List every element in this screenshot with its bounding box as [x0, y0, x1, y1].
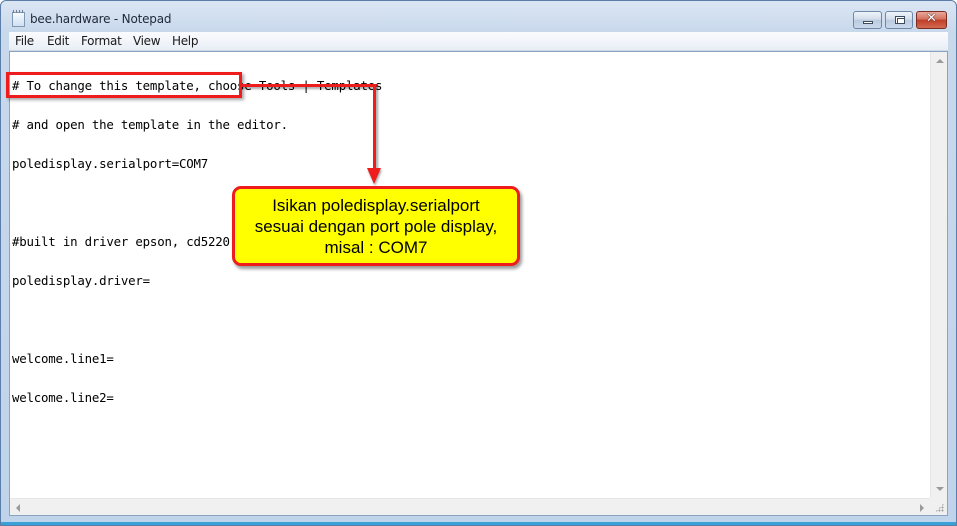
maximize-button[interactable]	[885, 11, 913, 29]
highlight-box	[6, 72, 242, 98]
callout-note: Isikan poledisplay.serialport sesuai den…	[232, 186, 520, 266]
minimize-icon	[863, 21, 873, 24]
editor-line: welcome.line2=	[12, 390, 114, 405]
horizontal-scrollbar[interactable]	[10, 498, 930, 515]
minimize-button[interactable]	[853, 11, 882, 29]
scroll-right-icon[interactable]	[920, 504, 924, 512]
menu-file[interactable]: File	[15, 34, 34, 48]
menu-view[interactable]: View	[133, 34, 161, 48]
menu-bar: File Edit Format View Help	[9, 32, 948, 51]
text-editor[interactable]: # To change this template, choose Tools …	[9, 51, 948, 516]
editor-content[interactable]: # To change this template, choose Tools …	[12, 53, 930, 498]
notepad-icon	[12, 10, 25, 27]
scroll-left-icon[interactable]	[16, 504, 20, 512]
window-title: bee.hardware - Notepad	[30, 12, 172, 26]
annotation-arrow-line	[373, 84, 376, 170]
callout-line: sesuai dengan port pole display,	[254, 216, 498, 236]
close-button[interactable]: ✕	[916, 11, 947, 29]
scroll-up-icon[interactable]	[936, 59, 944, 63]
title-bar[interactable]: bee.hardware - Notepad ✕	[1, 1, 956, 33]
scroll-down-icon[interactable]	[936, 487, 944, 491]
resize-grip-icon[interactable]	[930, 498, 947, 515]
callout-line: misal : COM7	[324, 237, 428, 257]
editor-line: poledisplay.driver=	[12, 273, 150, 288]
arrow-down-icon	[367, 168, 381, 184]
vertical-scrollbar[interactable]	[930, 52, 947, 498]
menu-edit[interactable]: Edit	[47, 34, 69, 48]
callout-line: Isikan poledisplay.serialport	[272, 195, 480, 215]
editor-line: welcome.line1=	[12, 351, 114, 366]
close-icon: ✕	[926, 11, 937, 26]
editor-line: # and open the template in the editor.	[12, 117, 288, 132]
menu-format[interactable]: Format	[81, 34, 122, 48]
menu-help[interactable]: Help	[172, 34, 198, 48]
maximize-icon	[895, 16, 905, 24]
editor-line-serialport: poledisplay.serialport=COM7	[12, 156, 209, 171]
window-bottom-edge	[1, 522, 956, 525]
annotation-arrow-line	[242, 84, 377, 87]
